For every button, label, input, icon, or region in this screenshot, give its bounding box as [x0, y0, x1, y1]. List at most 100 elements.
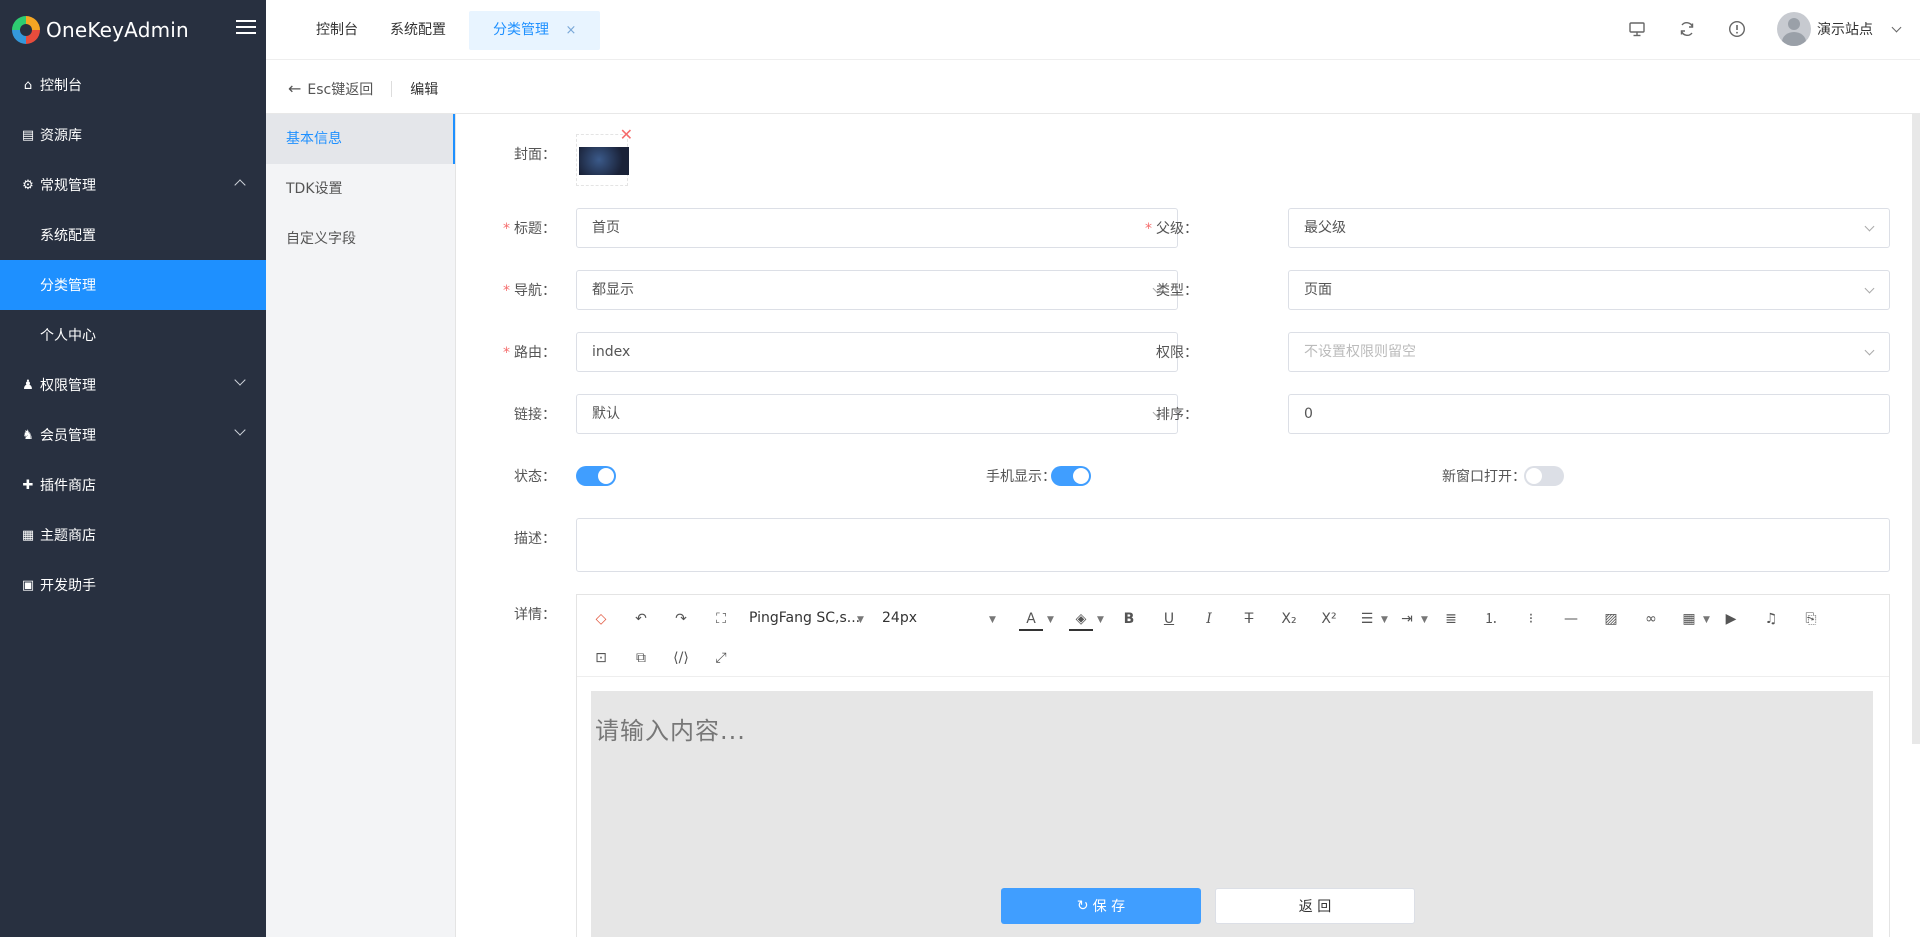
required-mark: * [503, 221, 510, 237]
subnav-item-basic[interactable]: 基本信息 [266, 114, 455, 164]
mobile-switch[interactable] [1051, 466, 1091, 486]
sidebar-item-plugins[interactable]: ✚ 插件商店 [0, 460, 266, 510]
sidebar-item-dashboard[interactable]: ⌂ 控制台 [0, 60, 266, 110]
subnav-item-label: 基本信息 [286, 131, 342, 147]
link-label: 链接： [514, 407, 556, 423]
strikethrough-icon[interactable]: T [1237, 607, 1261, 631]
sidebar-item-profile[interactable]: 个人中心 [0, 310, 266, 360]
undo-icon[interactable]: ↶ [629, 607, 653, 631]
type-select[interactable]: 页面 [1288, 270, 1890, 310]
editor-toolbar: ◇ ↶ ↷ ⛶ PingFang SC,s... ▼ 24px ▼ A ▼ ◈ … [577, 595, 1889, 677]
mobile-label: 手机显示： [986, 469, 1056, 485]
subnav-item-tdk[interactable]: TDK设置 [266, 164, 455, 214]
chevron-down-icon [1864, 345, 1875, 356]
sidebar-item-members[interactable]: ♞ 会员管理 [0, 410, 266, 460]
sort-input[interactable]: 0 [1288, 394, 1890, 434]
tab-dashboard[interactable]: 控制台 [316, 11, 358, 50]
indent-icon[interactable]: ⇥ [1395, 607, 1419, 631]
gear-icon: ⚙ [22, 177, 34, 193]
eraser-icon[interactable]: ◇ [589, 607, 613, 631]
sidebar-item-label: 主题商店 [40, 528, 96, 544]
sidebar: OneKeyAdmin ⌂ 控制台 ▤ 资源库 ⚙ 常规管理 系统配置 分类管理… [0, 0, 266, 937]
italic-icon[interactable]: I [1197, 607, 1221, 631]
ordered-list-icon[interactable]: ⒈ [1479, 607, 1503, 631]
status-switch[interactable] [576, 466, 616, 486]
sidebar-item-system-config[interactable]: 系统配置 [0, 210, 266, 260]
info-icon[interactable] [1728, 20, 1746, 38]
close-icon[interactable]: × [565, 23, 576, 38]
sidebar-item-label: 系统配置 [40, 228, 96, 244]
breadcrumb: ← Esc键返回 编辑 [266, 64, 1920, 114]
permission-select[interactable]: 不设置权限则留空 [1288, 332, 1890, 372]
image-icon[interactable]: ▨ [1599, 607, 1623, 631]
template-icon[interactable]: ⧉ [629, 646, 653, 670]
refresh-icon: ↻ [1076, 898, 1089, 914]
back-link[interactable]: ← Esc键返回 [288, 79, 373, 99]
bold-icon[interactable]: B [1117, 607, 1141, 631]
sidebar-item-dev-helper[interactable]: ▣ 开发助手 [0, 560, 266, 610]
tab-label: 控制台 [316, 22, 358, 38]
refresh-icon[interactable] [1678, 20, 1696, 38]
user-menu[interactable]: 演示站点 [1777, 12, 1902, 46]
monitor-icon[interactable] [1628, 20, 1646, 38]
font-size-select[interactable]: 24px [882, 610, 917, 626]
save-button[interactable]: ↻ 保 存 [1001, 888, 1201, 924]
nav-select[interactable]: 都显示 [576, 270, 1178, 310]
sidebar-item-label: 开发助手 [40, 578, 96, 594]
user-name: 演示站点 [1817, 22, 1873, 38]
select-all-icon[interactable]: ⛶ [709, 607, 733, 631]
underline-icon[interactable]: U [1157, 607, 1181, 631]
file-icon[interactable]: ⎘ [1799, 607, 1823, 631]
redo-icon[interactable]: ↷ [669, 607, 693, 631]
sidebar-item-label: 常规管理 [40, 178, 96, 194]
align-icon[interactable]: ☰ [1355, 607, 1379, 631]
cover-upload[interactable]: ✕ [576, 125, 633, 186]
scrollbar[interactable] [1912, 114, 1920, 744]
user-gear-icon: ♞ [22, 427, 34, 443]
status-label: 状态： [514, 469, 556, 485]
sidebar-item-permissions[interactable]: ♟ 权限管理 [0, 360, 266, 410]
parent-select[interactable]: 最父级 [1288, 208, 1890, 248]
chevron-down-icon: ▼ [1703, 615, 1710, 625]
logo-icon [12, 16, 40, 44]
chevron-down-icon: ▼ [1047, 615, 1054, 625]
line-height-icon[interactable]: ≣ [1439, 607, 1463, 631]
permission-label: 权限： [1156, 345, 1198, 361]
audio-icon[interactable]: ♫ [1759, 607, 1783, 631]
source-code-icon[interactable]: ⟨/⟩ [669, 646, 693, 670]
font-color-icon[interactable]: A [1019, 607, 1043, 631]
subscript-icon[interactable]: X₂ [1277, 607, 1301, 631]
cover-label: 封面： [514, 147, 556, 163]
sidebar-item-label: 控制台 [40, 78, 82, 94]
superscript-icon[interactable]: X² [1317, 607, 1341, 631]
menu-collapse-icon[interactable] [236, 20, 256, 38]
tab-system-config[interactable]: 系统配置 [390, 11, 446, 50]
remove-icon[interactable]: ✕ [620, 125, 633, 144]
new-window-switch[interactable] [1524, 466, 1564, 486]
chevron-down-icon: ▼ [857, 615, 864, 625]
sidebar-item-general[interactable]: ⚙ 常规管理 [0, 160, 266, 210]
sidebar-item-resources[interactable]: ▤ 资源库 [0, 110, 266, 160]
tab-label: 分类管理 [493, 22, 549, 38]
video-icon[interactable]: ▶ [1719, 607, 1743, 631]
code-block-icon[interactable]: ⊡ [589, 646, 613, 670]
sidebar-item-themes[interactable]: ▦ 主题商店 [0, 510, 266, 560]
link-icon[interactable]: ∞ [1639, 607, 1663, 631]
tab-label: 系统配置 [390, 22, 446, 38]
subnav-item-custom-fields[interactable]: 自定义字段 [266, 214, 455, 264]
description-textarea[interactable] [576, 518, 1890, 572]
sidebar-item-category[interactable]: 分类管理 [0, 260, 266, 310]
table-icon[interactable]: ▦ [1677, 607, 1701, 631]
tab-category[interactable]: 分类管理 × [469, 11, 601, 50]
link-select[interactable]: 默认 [576, 394, 1178, 434]
bullet-list-icon[interactable]: ⁝ [1519, 607, 1543, 631]
font-family-select[interactable]: PingFang SC,s... [749, 610, 860, 626]
background-color-icon[interactable]: ◈ [1069, 607, 1093, 631]
chevron-down-icon: ▼ [989, 615, 996, 625]
back-button[interactable]: 返 回 [1215, 888, 1415, 924]
required-mark: * [503, 345, 510, 361]
horizontal-rule-icon[interactable]: — [1559, 607, 1583, 631]
fullscreen-icon[interactable]: ⤢ [709, 646, 733, 670]
route-input[interactable]: index [576, 332, 1178, 372]
divider [391, 80, 393, 97]
